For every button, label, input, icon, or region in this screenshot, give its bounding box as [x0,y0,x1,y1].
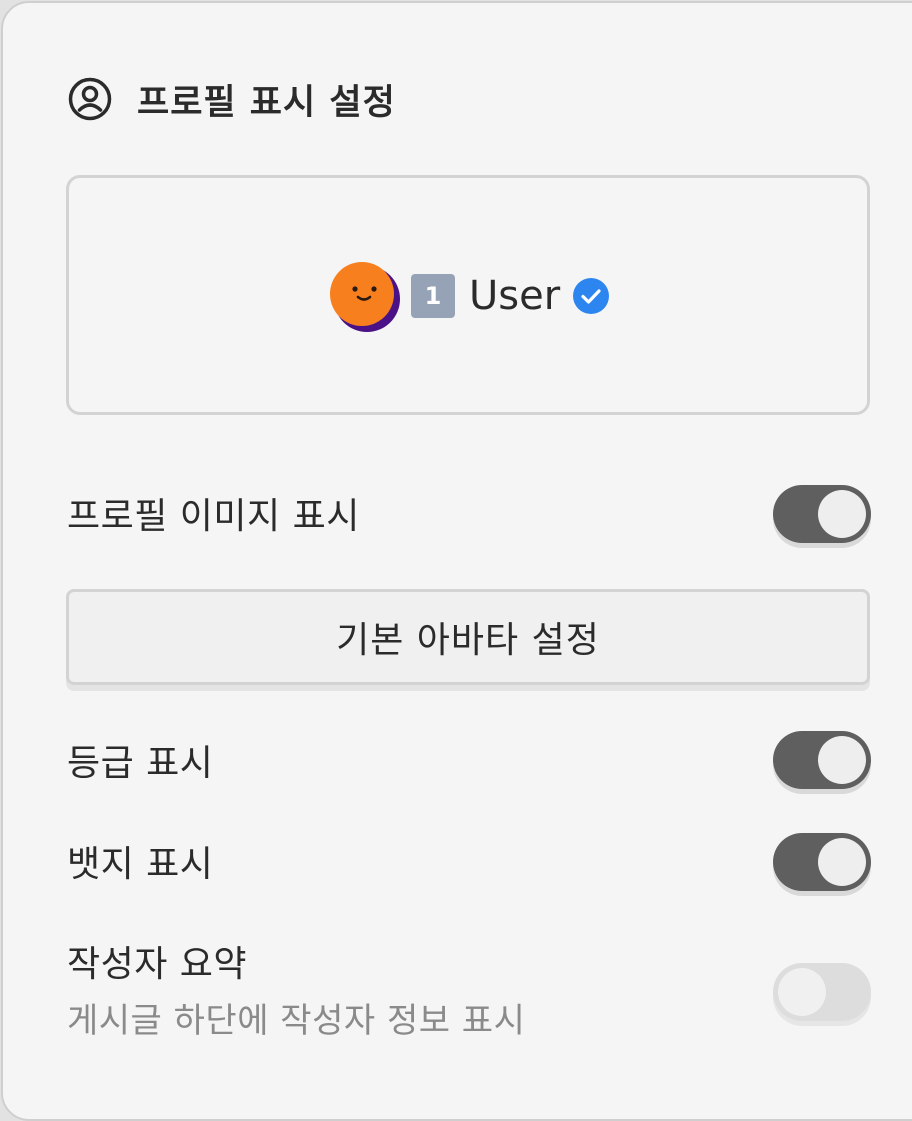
show-level-label: 등급 표시 [67,743,214,784]
show-level-toggle[interactable] [773,731,871,789]
avatar [327,259,401,333]
toggle-knob [818,736,866,784]
author-summary-label: 작성자 요약 [67,944,248,985]
show-badge-label: 뱃지 표시 [67,844,214,885]
show-badge-toggle[interactable] [773,833,871,891]
user-circle-icon [67,76,113,122]
show-profile-image-label: 프로필 이미지 표시 [67,496,360,537]
level-badge: 1 [411,274,455,318]
profile-preview-row: 1 User [327,258,610,334]
toggle-knob [778,968,826,1016]
profile-preview: 1 User [66,175,870,415]
toggle-knob [818,490,866,538]
panel-title: 프로필 표시 설정 [137,82,396,123]
username: User [469,273,561,319]
panel-header: 프로필 표시 설정 [67,73,396,125]
profile-display-settings-panel: 프로필 표시 설정 1 User 프로필 이미지 표시 기본 아바타 설정 등급… [1,1,912,1121]
show-profile-image-toggle[interactable] [773,485,871,543]
verified-check-icon [572,277,610,315]
default-avatar-button[interactable]: 기본 아바타 설정 [66,589,870,685]
author-summary-toggle[interactable] [773,963,871,1021]
author-summary-description: 게시글 하단에 작성자 정보 표시 [67,1001,526,1041]
toggle-knob [818,838,866,886]
